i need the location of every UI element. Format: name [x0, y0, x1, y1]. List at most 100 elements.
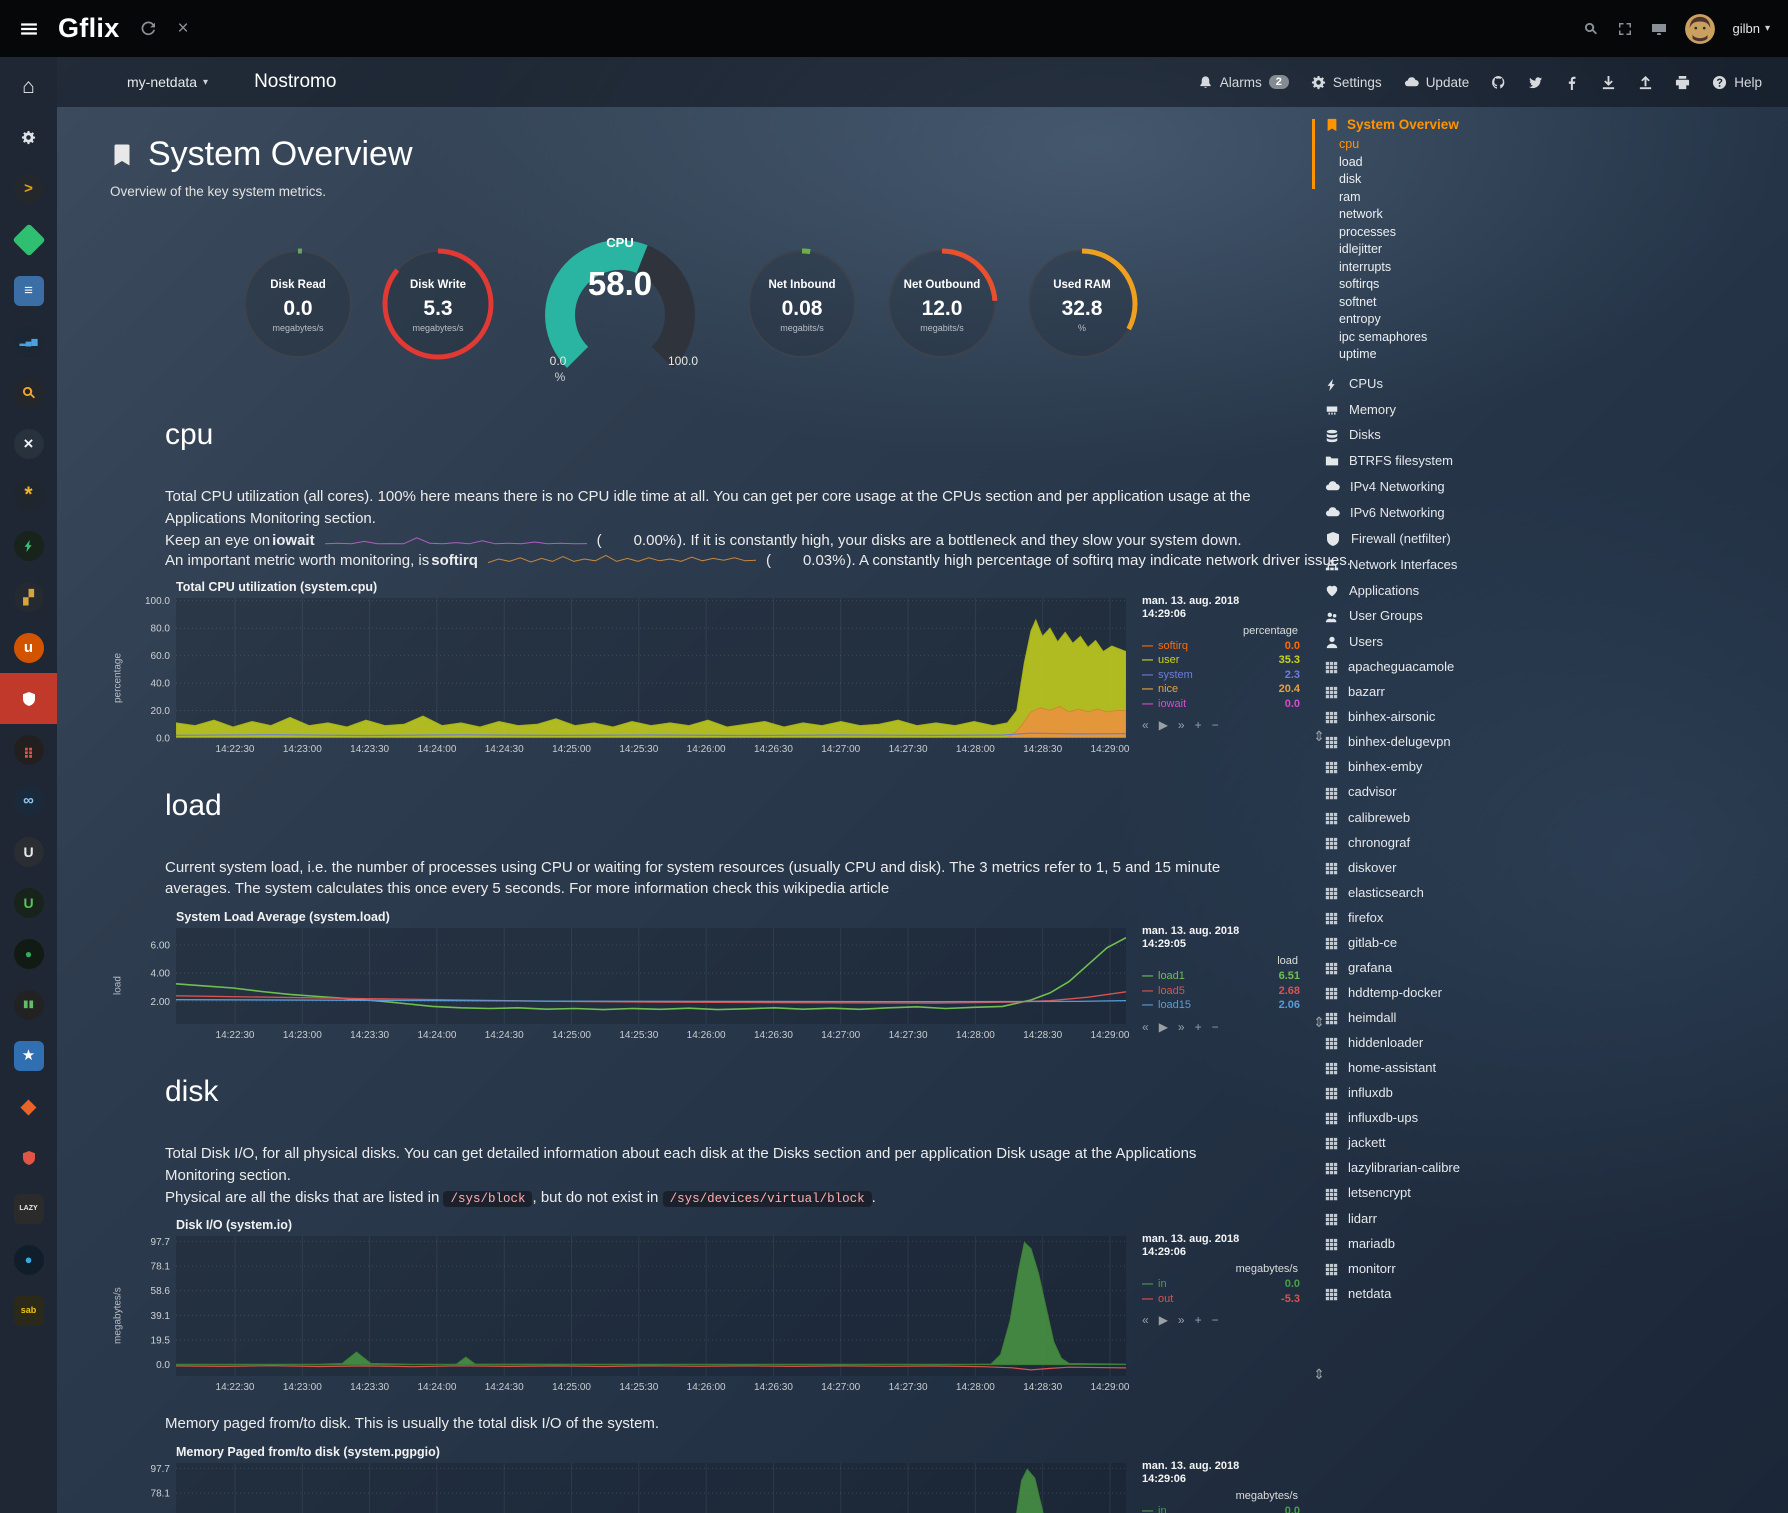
sidebar-settings-icon[interactable]	[0, 112, 57, 163]
display-icon[interactable]	[1651, 21, 1667, 37]
avatar[interactable]	[1685, 14, 1715, 44]
chart-pan-forward-button[interactable]: »	[1178, 1020, 1185, 1034]
search-icon[interactable]	[1583, 21, 1599, 37]
legend-item-user[interactable]: —user35.3	[1142, 653, 1300, 668]
sidebar-app-gitlab-icon[interactable]: ◆	[0, 1081, 57, 1132]
nav-container-diskover[interactable]: diskover	[1312, 860, 1592, 875]
chart-play-button[interactable]: ▶	[1159, 718, 1168, 732]
legend-item-system[interactable]: —system2.3	[1142, 668, 1300, 683]
nav-subitem-load[interactable]: load	[1339, 154, 1592, 172]
nav-subitem-uptime[interactable]: uptime	[1339, 346, 1592, 364]
nav-subitem-interrupts[interactable]: interrupts	[1339, 259, 1592, 277]
sidebar-app-blue-card-icon[interactable]: ≡	[0, 265, 57, 316]
sidebar-app-radarr-icon[interactable]: *	[0, 469, 57, 520]
sidebar-app-airsonic-icon[interactable]: ▂▄▆	[0, 316, 57, 367]
chart-resize-handle[interactable]: ⇕	[1313, 1366, 1325, 1383]
nav-item-system-overview[interactable]: System Overview	[1325, 117, 1592, 132]
sidebar-app-star-icon[interactable]: ★	[0, 1030, 57, 1081]
nav-subitem-disk[interactable]: disk	[1339, 171, 1592, 189]
chart-plot-disk[interactable]: 14:22:3014:23:0014:23:3014:24:0014:24:30…	[126, 1233, 1132, 1399]
sidebar-app-u-green-icon[interactable]: U	[0, 877, 57, 928]
chart-play-button[interactable]: ▶	[1159, 1020, 1168, 1034]
nav-section-firewall-netfilter-[interactable]: Firewall (netfilter)	[1312, 530, 1592, 547]
legend-item-nice[interactable]: —nice20.4	[1142, 682, 1300, 697]
nav-container-netdata[interactable]: netdata	[1312, 1286, 1592, 1301]
sidebar-app-dots-icon[interactable]: ⣶	[0, 724, 57, 775]
sidebar-app-green-dot-icon[interactable]: ●	[0, 928, 57, 979]
export-button[interactable]	[1601, 74, 1616, 90]
gauge-net-outbound[interactable]: Net Outbound12.0megabits/s	[884, 246, 1000, 367]
nav-section-network-interfaces[interactable]: Network Interfaces	[1312, 557, 1592, 573]
softirq-sparkline[interactable]	[488, 552, 756, 570]
nav-container-apacheguacamole[interactable]: apacheguacamole	[1312, 659, 1592, 674]
nav-subitem-entropy[interactable]: entropy	[1339, 311, 1592, 329]
sidebar-app-sab-icon[interactable]: sab	[0, 1285, 57, 1336]
chart-plot-cpu[interactable]: 14:22:3014:23:0014:23:3014:24:0014:24:30…	[126, 595, 1132, 761]
nav-container-monitorr[interactable]: monitorr	[1312, 1261, 1592, 1276]
nav-container-binhex-airsonic[interactable]: binhex-airsonic	[1312, 709, 1592, 724]
github-button[interactable]	[1491, 74, 1506, 90]
sidebar-app-plex-icon[interactable]: >	[0, 163, 57, 214]
legend-item-iowait[interactable]: —iowait0.0	[1142, 697, 1300, 712]
chart-zoom-out-button[interactable]: −	[1212, 1020, 1219, 1034]
legend-item-load1[interactable]: —load16.51	[1142, 969, 1300, 984]
legend-item-load15[interactable]: —load152.06	[1142, 998, 1300, 1013]
nav-section-memory[interactable]: Memory	[1312, 402, 1592, 418]
nav-container-binhex-delugevpn[interactable]: binhex-delugevpn	[1312, 734, 1592, 749]
nav-container-heimdall[interactable]: heimdall	[1312, 1010, 1592, 1025]
help-button[interactable]: Help	[1712, 74, 1762, 90]
nav-subitem-ipc-semaphores[interactable]: ipc semaphores	[1339, 329, 1592, 347]
nav-section-ipv4-networking[interactable]: IPv4 Networking	[1312, 478, 1592, 494]
nav-container-jackett[interactable]: jackett	[1312, 1135, 1592, 1150]
sidebar-app-lazy-icon[interactable]: LAZY	[0, 1183, 57, 1234]
nav-section-cpus[interactable]: CPUs	[1312, 376, 1592, 392]
print-button[interactable]	[1675, 74, 1690, 90]
nav-subitem-cpu[interactable]: cpu	[1339, 136, 1592, 154]
user-menu[interactable]: gilbn ▾	[1733, 21, 1771, 36]
nav-container-calibreweb[interactable]: calibreweb	[1312, 810, 1592, 825]
chart-plot-pgpgio[interactable]: 14:22:3014:23:0014:23:3014:24:0014:24:30…	[126, 1460, 1132, 1513]
sidebar-app-kodi-icon[interactable]: ×	[0, 418, 57, 469]
nav-container-grafana[interactable]: grafana	[1312, 960, 1592, 975]
nav-container-chronograf[interactable]: chronograf	[1312, 835, 1592, 850]
nav-section-btrfs-filesystem[interactable]: BTRFS filesystem	[1312, 453, 1592, 469]
chart-zoom-in-button[interactable]: +	[1195, 1313, 1202, 1327]
sidebar-app-green-diamond-icon[interactable]	[0, 214, 57, 265]
nav-container-firefox[interactable]: firefox	[1312, 910, 1592, 925]
chart-pan-backward-button[interactable]: «	[1142, 718, 1149, 732]
update-button[interactable]: Update	[1404, 74, 1470, 90]
alarms-button[interactable]: Alarms 2	[1198, 74, 1289, 90]
nav-section-ipv6-networking[interactable]: IPv6 Networking	[1312, 504, 1592, 520]
gauge-net-inbound[interactable]: Net Inbound0.08megabits/s	[744, 246, 860, 367]
settings-button[interactable]: Settings	[1311, 74, 1382, 90]
nav-section-disks[interactable]: Disks	[1312, 427, 1592, 443]
sidebar-app-shield-red-icon[interactable]	[0, 1132, 57, 1183]
nav-container-hddtemp-docker[interactable]: hddtemp-docker	[1312, 985, 1592, 1000]
nav-container-bazarr[interactable]: bazarr	[1312, 684, 1592, 699]
legend-item-softirq[interactable]: —softirq0.0	[1142, 639, 1300, 654]
sidebar-app-u-dark-icon[interactable]: U	[0, 826, 57, 877]
sidebar-app-bolt-icon[interactable]	[0, 520, 57, 571]
sidebar-home-icon[interactable]: ⌂	[0, 61, 57, 112]
legend-item-load5[interactable]: —load52.68	[1142, 984, 1300, 999]
close-tab-button[interactable]: ×	[178, 18, 189, 40]
nav-container-influxdb[interactable]: influxdb	[1312, 1085, 1592, 1100]
chart-zoom-in-button[interactable]: +	[1195, 718, 1202, 732]
nav-container-gitlab-ce[interactable]: gitlab-ce	[1312, 935, 1592, 950]
hamburger-menu-button[interactable]	[0, 0, 58, 57]
gauge-disk-read[interactable]: Disk Read0.0megabytes/s	[240, 246, 356, 367]
chart-zoom-in-button[interactable]: +	[1195, 1020, 1202, 1034]
sidebar-app-orange-icon[interactable]: u	[0, 622, 57, 673]
nav-section-user-groups[interactable]: User Groups	[1312, 608, 1592, 624]
chart-plot-load[interactable]: 14:22:3014:23:0014:23:3014:24:0014:24:30…	[126, 925, 1132, 1047]
chart-zoom-out-button[interactable]: −	[1212, 718, 1219, 732]
nav-container-lidarr[interactable]: lidarr	[1312, 1211, 1592, 1226]
nav-subitem-idlejitter[interactable]: idlejitter	[1339, 241, 1592, 259]
sidebar-app-tautulli-icon[interactable]: ▞	[0, 571, 57, 622]
chart-zoom-out-button[interactable]: −	[1212, 1313, 1219, 1327]
facebook-button[interactable]	[1565, 74, 1579, 89]
nav-subitem-softnet[interactable]: softnet	[1339, 294, 1592, 312]
host-dropdown[interactable]: my-netdata ▾	[127, 74, 208, 90]
chart-play-button[interactable]: ▶	[1159, 1313, 1168, 1327]
nav-container-home-assistant[interactable]: home-assistant	[1312, 1060, 1592, 1075]
